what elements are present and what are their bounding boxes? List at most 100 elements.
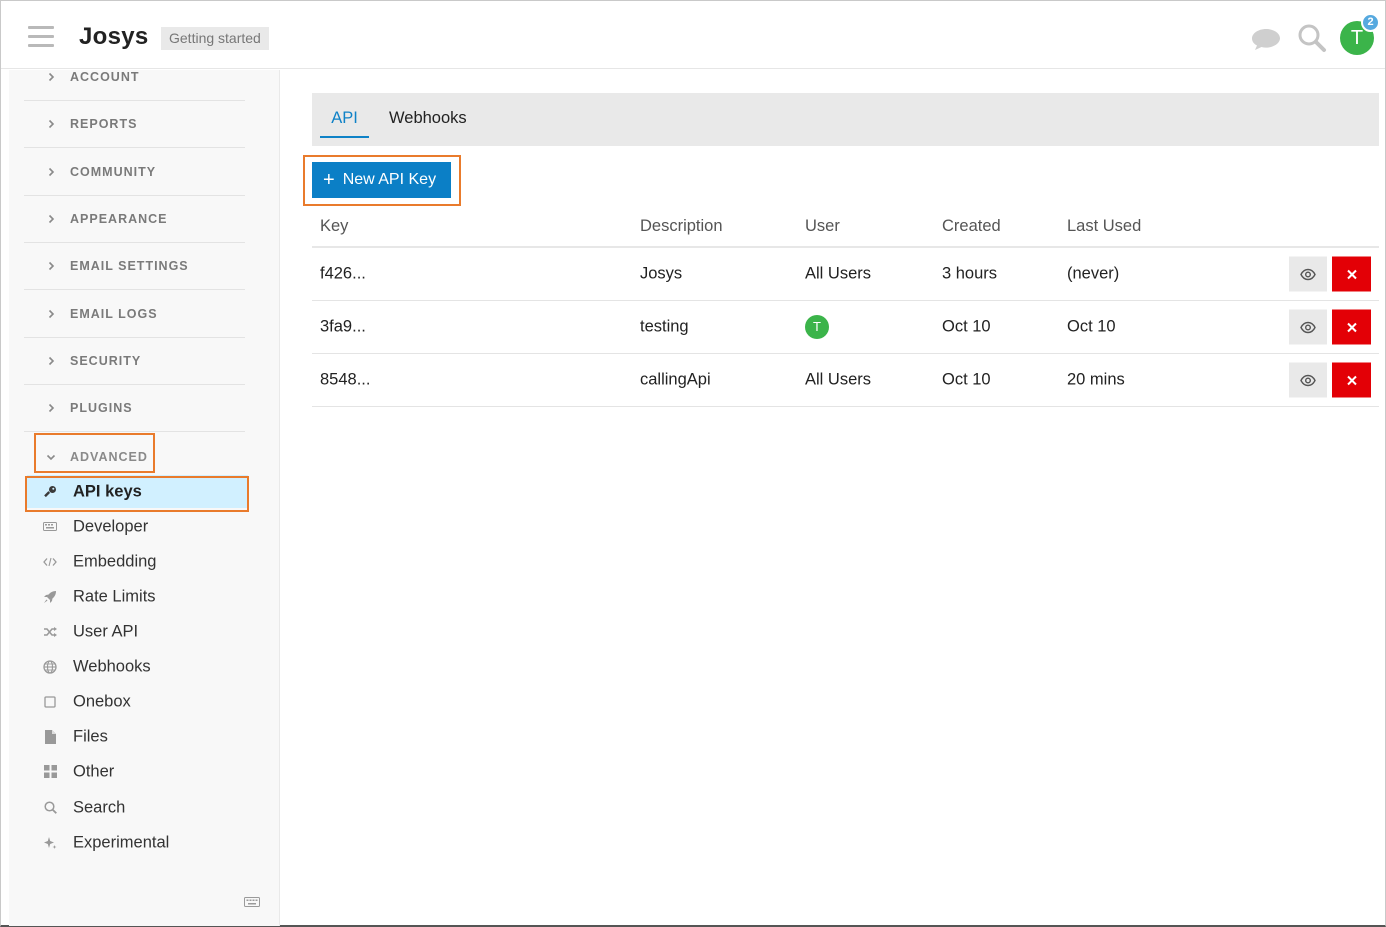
rocket-icon bbox=[43, 590, 57, 604]
sidebar-divider bbox=[279, 70, 280, 926]
sidebar-item-user-api[interactable]: User API bbox=[27, 615, 248, 648]
sidebar-item-developer[interactable]: Developer bbox=[27, 510, 248, 543]
cell-last-used: 20 mins bbox=[1067, 370, 1125, 389]
key-icon bbox=[43, 485, 57, 499]
sidebar-item-label: User API bbox=[73, 622, 139, 640]
chevron-right-icon bbox=[48, 72, 55, 82]
sidebar-section-label: APPEARANCE bbox=[70, 212, 168, 226]
sidebar-section-label: COMMUNITY bbox=[70, 165, 157, 179]
table-row: 3fa9... testing T Oct 10 Oct 10 bbox=[312, 301, 1379, 354]
eye-icon bbox=[1300, 268, 1316, 280]
chevron-right-icon bbox=[48, 119, 55, 129]
show-key-button[interactable] bbox=[1289, 362, 1327, 398]
sidebar-section-plugins[interactable]: PLUGINS bbox=[24, 385, 245, 432]
square-icon bbox=[43, 695, 57, 709]
sidebar-section-community[interactable]: COMMUNITY bbox=[24, 149, 245, 196]
sidebar-section-label: PLUGINS bbox=[70, 401, 133, 415]
cell-user: All Users bbox=[805, 370, 872, 389]
random-icon bbox=[43, 625, 57, 639]
cell-description: callingApi bbox=[640, 370, 711, 389]
column-header-last-used: Last Used bbox=[1067, 217, 1142, 235]
chevron-right-icon bbox=[48, 167, 55, 177]
plus-icon: + bbox=[323, 169, 335, 191]
cell-created: Oct 10 bbox=[942, 317, 991, 336]
cell-description: Josys bbox=[640, 264, 683, 283]
cell-last-used: (never) bbox=[1067, 264, 1120, 283]
sidebar-section-security[interactable]: SECURITY bbox=[24, 338, 245, 385]
column-header-description: Description bbox=[640, 217, 723, 235]
sparkle-icon bbox=[43, 836, 57, 850]
sidebar-section-email-settings[interactable]: EMAIL SETTINGS bbox=[24, 243, 245, 290]
column-header-user: User bbox=[805, 217, 840, 235]
cell-key: 8548... bbox=[320, 370, 371, 389]
sidebar-item-label: Experimental bbox=[73, 833, 170, 851]
site-logo[interactable]: Josys bbox=[79, 23, 149, 51]
getting-started-badge[interactable]: Getting started bbox=[161, 27, 269, 50]
revoke-key-button[interactable] bbox=[1332, 362, 1371, 398]
sidebar-section-label: ADVANCED bbox=[70, 449, 148, 464]
user-avatar-small[interactable]: T bbox=[805, 315, 829, 339]
globe-icon bbox=[43, 659, 57, 674]
sidebar-section-advanced[interactable]: ADVANCED bbox=[24, 433, 245, 480]
search-icon[interactable] bbox=[1297, 23, 1327, 53]
cell-created: Oct 10 bbox=[942, 370, 991, 389]
chevron-down-icon bbox=[46, 454, 56, 460]
keyboard-shortcuts-icon[interactable] bbox=[244, 896, 260, 908]
column-header-key: Key bbox=[320, 217, 349, 235]
chat-icon[interactable] bbox=[1251, 27, 1281, 51]
revoke-key-button[interactable] bbox=[1332, 309, 1371, 345]
sidebar-section-appearance[interactable]: APPEARANCE bbox=[24, 196, 245, 243]
tabs-bar: API Webhooks bbox=[312, 93, 1379, 146]
revoke-key-button[interactable] bbox=[1332, 256, 1371, 292]
sidebar-item-embedding[interactable]: Embedding bbox=[27, 545, 248, 578]
cell-description: testing bbox=[640, 317, 689, 336]
sidebar-item-label: API keys bbox=[73, 482, 142, 500]
chevron-right-icon bbox=[48, 214, 55, 224]
sidebar-item-onebox[interactable]: Onebox bbox=[27, 685, 248, 718]
notification-badge[interactable]: 2 bbox=[1361, 13, 1380, 32]
cell-created: 3 hours bbox=[942, 264, 998, 283]
sidebar-item-rate-limits[interactable]: Rate Limits bbox=[27, 580, 248, 613]
sidebar-item-api-keys[interactable]: API keys bbox=[27, 475, 248, 508]
close-icon bbox=[1346, 375, 1357, 385]
new-api-key-label: New API Key bbox=[342, 171, 437, 188]
close-icon bbox=[1346, 322, 1357, 332]
sidebar-section-label: REPORTS bbox=[70, 117, 138, 131]
sidebar-item-label: Rate Limits bbox=[73, 587, 156, 605]
table-row: f426... Josys All Users 3 hours (never) bbox=[312, 248, 1379, 301]
chevron-right-icon bbox=[48, 261, 55, 271]
new-api-key-button[interactable]: + New API Key bbox=[312, 162, 451, 198]
chevron-right-icon bbox=[48, 309, 55, 319]
cell-last-used: Oct 10 bbox=[1067, 317, 1116, 336]
code-icon bbox=[43, 555, 57, 569]
sidebar-section-email-logs[interactable]: EMAIL LOGS bbox=[24, 291, 245, 338]
sidebar-item-experimental[interactable]: Experimental bbox=[27, 826, 248, 859]
eye-icon bbox=[1300, 321, 1316, 333]
show-key-button[interactable] bbox=[1289, 256, 1327, 292]
sidebar-item-label: Onebox bbox=[73, 692, 131, 710]
sidebar-item-search[interactable]: Search bbox=[27, 791, 248, 824]
chevron-right-icon bbox=[48, 356, 55, 366]
column-header-created: Created bbox=[942, 217, 1001, 235]
chevron-right-icon bbox=[48, 403, 55, 413]
sidebar-item-label: Developer bbox=[73, 517, 149, 535]
sidebar-item-label: Search bbox=[73, 798, 126, 816]
show-key-button[interactable] bbox=[1289, 309, 1327, 345]
hamburger-menu-icon[interactable] bbox=[28, 26, 54, 48]
sidebar-section-label: EMAIL LOGS bbox=[70, 307, 158, 321]
sidebar-item-webhooks[interactable]: Webhooks bbox=[27, 650, 248, 683]
sidebar-section-label: SECURITY bbox=[70, 354, 142, 368]
sidebar-item-files[interactable]: Files bbox=[27, 720, 248, 753]
cell-key: f426... bbox=[320, 264, 366, 283]
eye-icon bbox=[1300, 374, 1316, 386]
sidebar-item-other[interactable]: Other bbox=[27, 755, 248, 788]
keyboard-icon bbox=[43, 520, 57, 534]
sidebar-section-reports[interactable]: REPORTS bbox=[24, 101, 245, 148]
sidebar-item-label: Webhooks bbox=[73, 657, 151, 675]
sidebar-item-label: Other bbox=[73, 762, 115, 780]
sidebar-section-account[interactable]: ACCOUNT bbox=[24, 54, 245, 101]
cell-key: 3fa9... bbox=[320, 317, 366, 336]
tab-api[interactable]: API bbox=[320, 93, 369, 146]
tab-webhooks[interactable]: Webhooks bbox=[389, 93, 467, 146]
sidebar-section-label: ACCOUNT bbox=[70, 70, 140, 84]
